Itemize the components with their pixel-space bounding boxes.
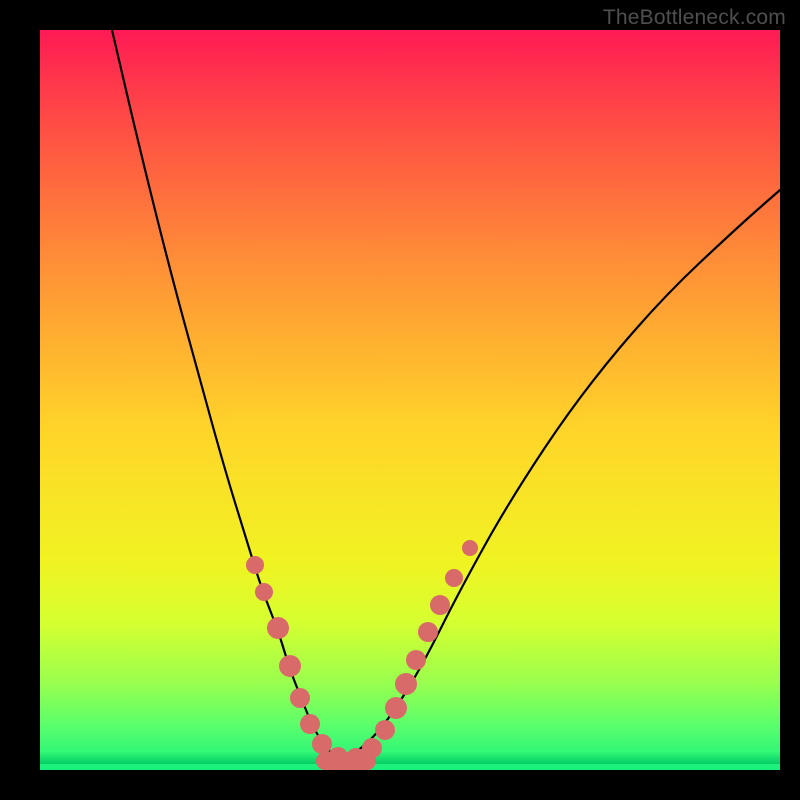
watermark-text: TheBottleneck.com bbox=[603, 6, 786, 30]
data-marker bbox=[255, 583, 273, 601]
data-marker bbox=[312, 734, 332, 754]
chart-frame: TheBottleneck.com bbox=[0, 0, 800, 800]
data-marker bbox=[445, 569, 463, 587]
data-marker bbox=[362, 738, 382, 758]
data-markers bbox=[246, 540, 478, 770]
data-marker bbox=[290, 688, 310, 708]
curve-overlay bbox=[40, 30, 780, 770]
data-marker bbox=[462, 540, 478, 556]
plot-area bbox=[40, 30, 780, 770]
data-marker bbox=[418, 622, 438, 642]
data-marker bbox=[406, 650, 426, 670]
left-curve bbox=[112, 30, 340, 760]
data-marker bbox=[385, 697, 407, 719]
data-marker bbox=[279, 655, 301, 677]
data-marker bbox=[246, 556, 264, 574]
data-marker bbox=[328, 747, 348, 767]
data-marker bbox=[375, 720, 395, 740]
data-marker bbox=[267, 617, 289, 639]
data-marker bbox=[300, 714, 320, 734]
data-marker bbox=[430, 595, 450, 615]
data-marker bbox=[395, 673, 417, 695]
